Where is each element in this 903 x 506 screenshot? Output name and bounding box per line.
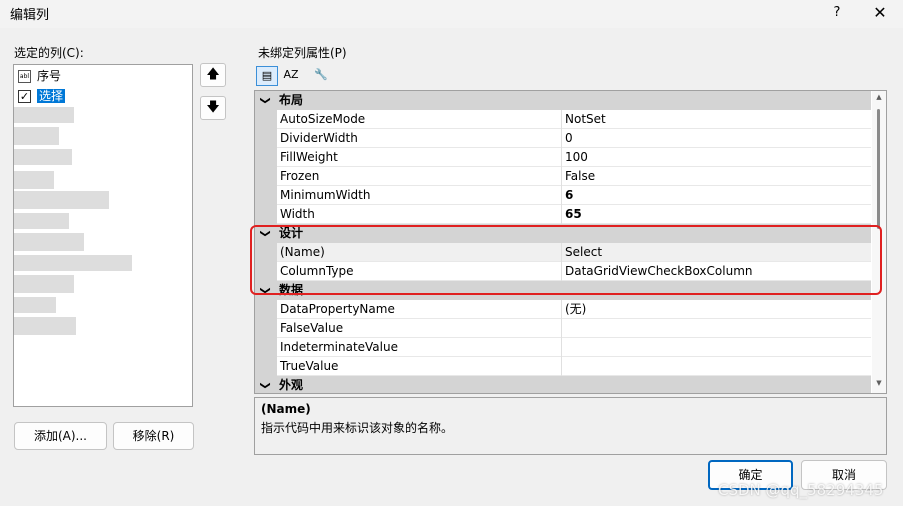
blurred-item (14, 317, 76, 335)
categorized-view-icon[interactable]: ▤ (256, 66, 278, 86)
category-label: 布局 (279, 93, 304, 107)
title-bar (0, 0, 903, 28)
help-button[interactable]: ? (820, 0, 854, 26)
property-name: IndeterminateValue (280, 340, 398, 354)
chevron-down-icon[interactable]: ❯ (256, 96, 275, 104)
list-item-xuhao[interactable]: abl 序号 (18, 67, 61, 85)
property-row[interactable]: FalseValue (277, 319, 871, 338)
properties-label: 未绑定列属性(P) (258, 46, 347, 60)
description-title: (Name) (261, 402, 311, 416)
window-title: 编辑列 (10, 8, 50, 23)
property-name: FalseValue (280, 321, 344, 335)
text-column-icon: abl (18, 70, 31, 83)
blurred-item (14, 149, 72, 165)
blurred-item (14, 191, 109, 209)
property-row[interactable]: DataPropertyName (无) (277, 300, 871, 319)
property-row[interactable]: Frozen False (277, 167, 871, 186)
property-row[interactable]: Width 65 (277, 205, 871, 224)
alphabetical-sort-icon[interactable]: AZ (280, 66, 302, 86)
annotation-highlight-box (250, 225, 882, 295)
list-item-xuanze[interactable]: ✓ 选择 (18, 87, 66, 105)
blurred-item (14, 127, 59, 145)
property-row[interactable]: IndeterminateValue (277, 338, 871, 357)
property-value[interactable]: False (565, 167, 595, 186)
property-name: DividerWidth (280, 131, 358, 145)
blurred-item (14, 275, 74, 293)
property-row[interactable]: FillWeight 100 (277, 148, 871, 167)
category-layout[interactable]: ❯ 布局 (255, 91, 871, 110)
scroll-down-icon[interactable]: ▼ (872, 379, 886, 391)
property-row[interactable]: DividerWidth 0 (277, 129, 871, 148)
property-value[interactable]: 100 (565, 148, 588, 167)
property-value[interactable]: 65 (565, 205, 582, 224)
description-panel: (Name) 指示代码中用来标识该对象的名称。 (254, 397, 887, 455)
property-value[interactable]: 0 (565, 129, 573, 148)
blurred-item (14, 171, 54, 189)
watermark: CSDN @qq_58294345 (718, 481, 884, 499)
description-text: 指示代码中用来标识该对象的名称。 (261, 421, 454, 435)
blurred-item (14, 233, 84, 251)
list-item-label: 选择 (37, 89, 66, 103)
scrollbar-thumb[interactable] (877, 109, 880, 229)
selected-columns-list[interactable]: abl 序号 ✓ 选择 (13, 64, 193, 407)
property-name: Frozen (280, 169, 320, 183)
category-appearance[interactable]: ❯ 外观 (255, 376, 871, 393)
property-name: TrueValue (280, 359, 339, 373)
remove-button[interactable]: 移除(R) (113, 422, 194, 450)
property-pages-icon[interactable]: 🔧 (310, 66, 332, 86)
blurred-item (14, 107, 74, 123)
property-value[interactable]: 6 (565, 186, 573, 205)
move-up-button[interactable]: 🡅 (200, 63, 226, 87)
blurred-item (14, 213, 69, 229)
blurred-item (14, 297, 56, 313)
property-row[interactable]: AutoSizeMode NotSet (277, 110, 871, 129)
move-down-button[interactable]: 🡇 (200, 96, 226, 120)
property-name: DataPropertyName (280, 302, 395, 316)
property-value[interactable]: NotSet (565, 110, 606, 129)
property-name: MinimumWidth (280, 188, 371, 202)
property-name: AutoSizeMode (280, 112, 366, 126)
category-label: 外观 (279, 378, 304, 392)
scroll-up-icon[interactable]: ▲ (872, 93, 886, 105)
list-item-label: 序号 (37, 69, 62, 83)
property-value[interactable]: (无) (565, 300, 586, 319)
property-row[interactable]: MinimumWidth 6 (277, 186, 871, 205)
property-name: FillWeight (280, 150, 338, 164)
property-row[interactable]: TrueValue (277, 357, 871, 376)
selected-columns-label: 选定的列(C): (14, 46, 84, 60)
close-button[interactable]: ✕ (862, 0, 898, 26)
add-button[interactable]: 添加(A)... (14, 422, 107, 450)
chevron-down-icon[interactable]: ❯ (256, 381, 275, 389)
blurred-item (14, 255, 132, 271)
checkbox-column-icon: ✓ (18, 90, 31, 103)
property-name: Width (280, 207, 315, 221)
